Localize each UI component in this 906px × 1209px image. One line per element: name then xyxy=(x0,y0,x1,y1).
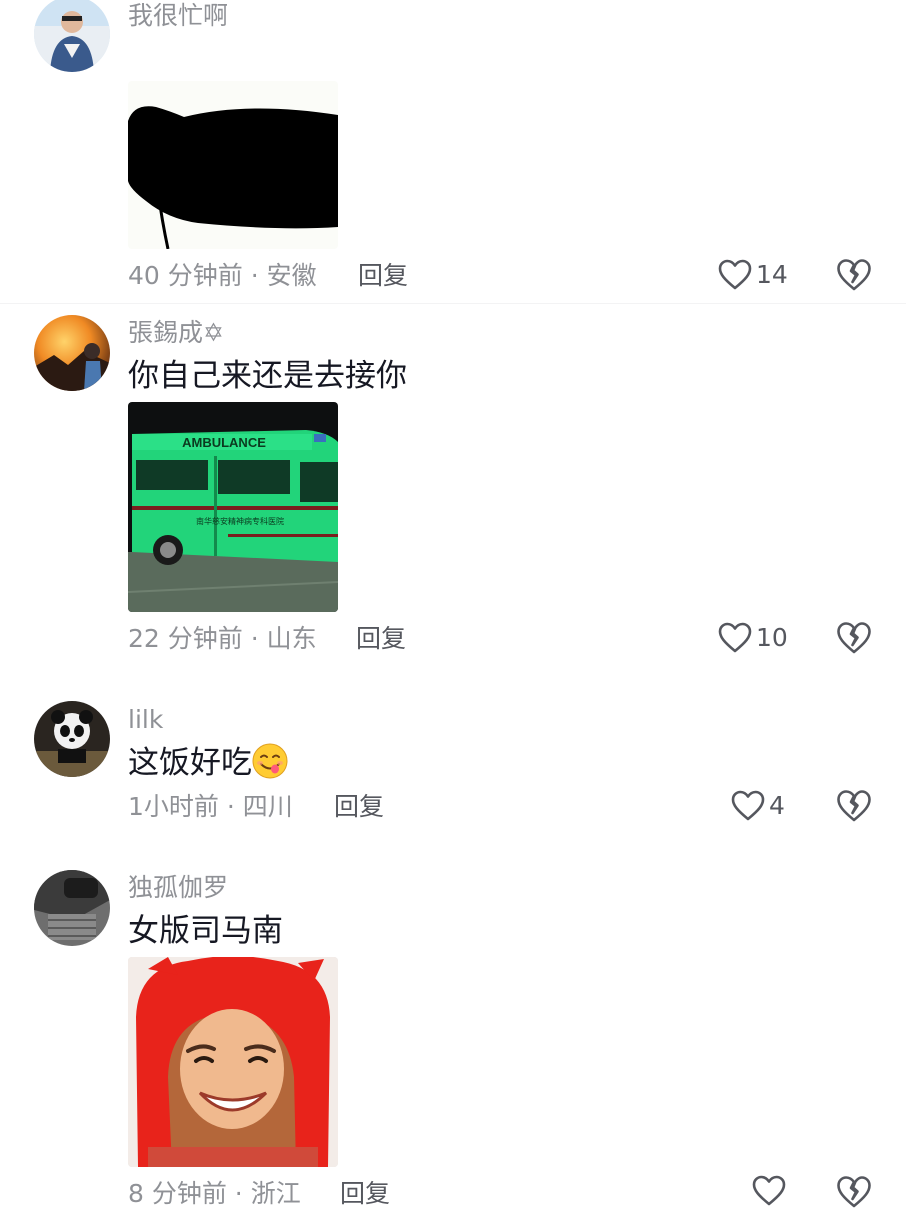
comment-text: 你自己来还是去接你 xyxy=(128,358,407,394)
meta-separator: · xyxy=(242,624,267,653)
like-button[interactable] xyxy=(752,1175,790,1207)
yum-face-emoji xyxy=(252,743,288,779)
comment-location: 四川 xyxy=(242,792,293,821)
comment-meta: 1小时前 · 四川 xyxy=(128,792,293,822)
reply-button[interactable]: 回复 xyxy=(340,1179,390,1209)
like-count: 4 xyxy=(769,791,785,820)
comment-meta: 40 分钟前 · 安徽 xyxy=(128,261,317,291)
dislike-button[interactable] xyxy=(836,1175,872,1209)
broken-heart-icon xyxy=(837,622,871,654)
comment-location: 山东 xyxy=(266,624,317,653)
like-button[interactable]: 14 xyxy=(718,259,788,291)
dislike-button[interactable] xyxy=(836,621,872,655)
comment-time: 1小时前 xyxy=(128,792,219,821)
comment-image[interactable]: AMBULANCE 南华慈安精神病专科医院 xyxy=(128,402,338,612)
comment-time: 8 分钟前 xyxy=(128,1179,227,1208)
comment-meta: 22 分钟前 · 山东 xyxy=(128,624,317,654)
divider xyxy=(0,303,906,304)
comment-username[interactable]: 我很忙啊 xyxy=(128,1,228,31)
heart-outline-icon xyxy=(718,622,752,653)
broken-heart-icon xyxy=(837,259,871,291)
comment-text-content: 这饭好吃 xyxy=(128,745,252,781)
broken-heart-icon xyxy=(837,1176,871,1208)
comment-username[interactable]: lilk xyxy=(128,705,163,735)
dislike-button[interactable] xyxy=(836,258,872,292)
dislike-button[interactable] xyxy=(836,789,872,823)
avatar[interactable] xyxy=(34,870,110,946)
comment-username[interactable]: 張錫成✡ xyxy=(128,318,224,348)
comment-location: 安徽 xyxy=(266,261,317,290)
avatar[interactable] xyxy=(34,0,110,72)
like-count: 14 xyxy=(756,260,788,289)
reply-button[interactable]: 回复 xyxy=(334,792,384,822)
like-button[interactable]: 10 xyxy=(718,622,788,654)
meta-separator: · xyxy=(242,261,267,290)
comment-text: 这饭好吃 xyxy=(128,743,288,782)
comment-image[interactable] xyxy=(128,957,338,1167)
meta-separator: · xyxy=(226,1179,251,1208)
comment-time: 40 分钟前 xyxy=(128,261,243,290)
meta-separator: · xyxy=(218,792,243,821)
heart-outline-icon xyxy=(752,1175,786,1206)
avatar[interactable] xyxy=(34,701,110,777)
ambulance-label: AMBULANCE xyxy=(182,435,266,450)
comment-text: 女版司马南 xyxy=(128,913,283,949)
reply-button[interactable]: 回复 xyxy=(358,261,408,291)
comment-time: 22 分钟前 xyxy=(128,624,243,653)
hospital-label: 南华慈安精神病专科医院 xyxy=(196,516,284,526)
like-count: 10 xyxy=(756,623,788,652)
heart-outline-icon xyxy=(718,259,752,290)
heart-outline-icon xyxy=(731,790,765,821)
comment-username[interactable]: 独孤伽罗 xyxy=(128,873,228,903)
like-button[interactable]: 4 xyxy=(731,790,785,822)
comment-image[interactable] xyxy=(128,81,338,249)
comment-location: 浙江 xyxy=(250,1179,301,1208)
broken-heart-icon xyxy=(837,790,871,822)
comment-meta: 8 分钟前 · 浙江 xyxy=(128,1179,301,1209)
reply-button[interactable]: 回复 xyxy=(356,624,406,654)
avatar[interactable] xyxy=(34,315,110,391)
